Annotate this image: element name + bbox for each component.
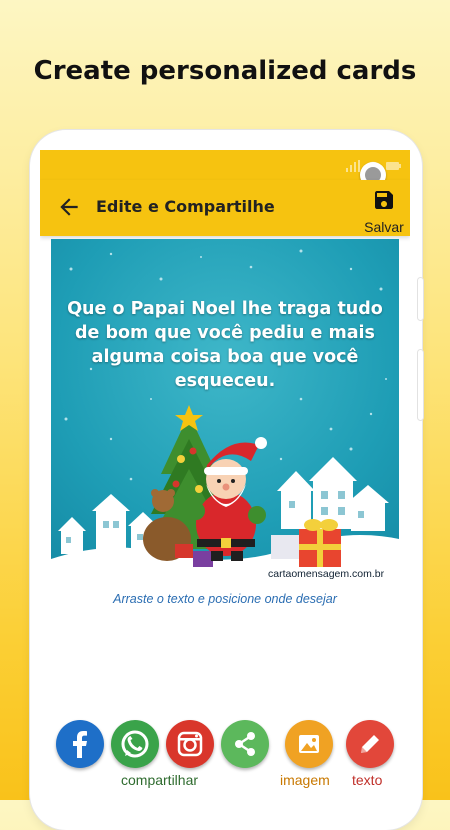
card-message-line: alguma coisa boa que você — [91, 347, 359, 367]
whatsapp-icon — [121, 730, 149, 758]
image-label: imagem — [280, 772, 330, 788]
greeting-card[interactable]: Que o Papai Noel lhe traga tudo de bom q… — [51, 239, 399, 587]
status-bar — [40, 150, 410, 188]
card-credit: cartaomensagem.com.br — [268, 568, 385, 580]
facebook-share-button[interactable] — [56, 720, 104, 768]
phone-side-button — [418, 350, 423, 420]
app-screen: Edite e Compartilhe Salvar Que o Papai N… — [40, 150, 410, 800]
save-button[interactable]: Salvar — [362, 184, 406, 235]
battery-icon — [386, 159, 402, 177]
choose-image-button[interactable] — [285, 720, 333, 768]
drag-hint: Arraste o texto e posicione onde desejar — [113, 592, 337, 606]
floppy-disk-icon — [375, 191, 393, 209]
facebook-icon — [73, 731, 87, 758]
instagram-share-button[interactable] — [166, 720, 214, 768]
promo-headline: Create personalized cards — [33, 56, 417, 86]
share-label: compartilhar — [121, 772, 199, 788]
card-message-line: de bom que você pediu e mais — [75, 323, 375, 343]
save-label: Salvar — [364, 219, 404, 235]
arrow-left-icon — [60, 198, 78, 216]
image-icon — [299, 735, 319, 753]
text-label: texto — [352, 772, 383, 788]
card-message[interactable]: Que o Papai Noel lhe traga tudo de bom q… — [57, 297, 393, 393]
edit-text-button[interactable] — [346, 720, 394, 768]
pencil-icon — [361, 735, 379, 753]
share-icon — [235, 732, 255, 756]
phone-side-button — [418, 278, 423, 320]
action-bar: compartilhar imagem texto — [40, 720, 410, 800]
card-message-line: Que o Papai Noel lhe traga tudo — [67, 299, 383, 319]
back-button[interactable] — [56, 194, 82, 220]
app-bar: Edite e Compartilhe Salvar — [40, 180, 410, 236]
christmas-illustration — [51, 249, 399, 587]
instagram-icon — [177, 731, 203, 757]
page-title: Edite e Compartilhe — [96, 197, 275, 216]
generic-share-button[interactable] — [221, 720, 269, 768]
whatsapp-share-button[interactable] — [111, 720, 159, 768]
signal-icon — [346, 159, 360, 177]
card-message-line: esqueceu. — [174, 371, 276, 391]
